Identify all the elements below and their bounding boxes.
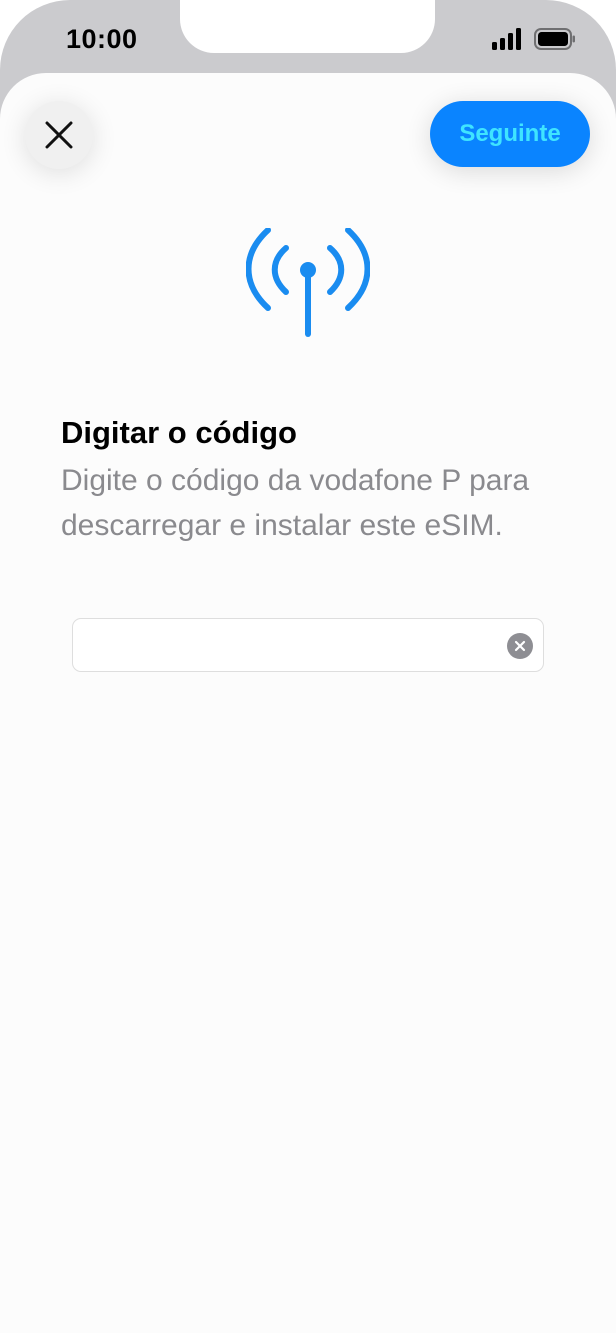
signal-icon (492, 28, 521, 50)
status-time: 10:00 (66, 24, 138, 54)
close-button[interactable] (25, 101, 93, 169)
clear-icon (514, 640, 526, 652)
close-icon (45, 121, 73, 149)
phone-screen: 10:00 Seguinte Digitar o código Digite o… (0, 0, 616, 1333)
page-subtitle: Digite o código da vodafone P para desca… (61, 464, 530, 542)
battery-icon (534, 28, 575, 50)
code-input[interactable] (85, 619, 499, 673)
clear-button[interactable] (507, 633, 533, 659)
next-button[interactable]: Seguinte (430, 101, 590, 167)
notch (180, 0, 435, 53)
status-icons (492, 28, 576, 50)
esim-setup-sheet: Seguinte Digitar o código Digite o códig… (0, 73, 616, 1333)
page-title: Digitar o código (61, 415, 297, 450)
antenna-icon (246, 228, 370, 337)
code-field[interactable] (72, 618, 544, 673)
